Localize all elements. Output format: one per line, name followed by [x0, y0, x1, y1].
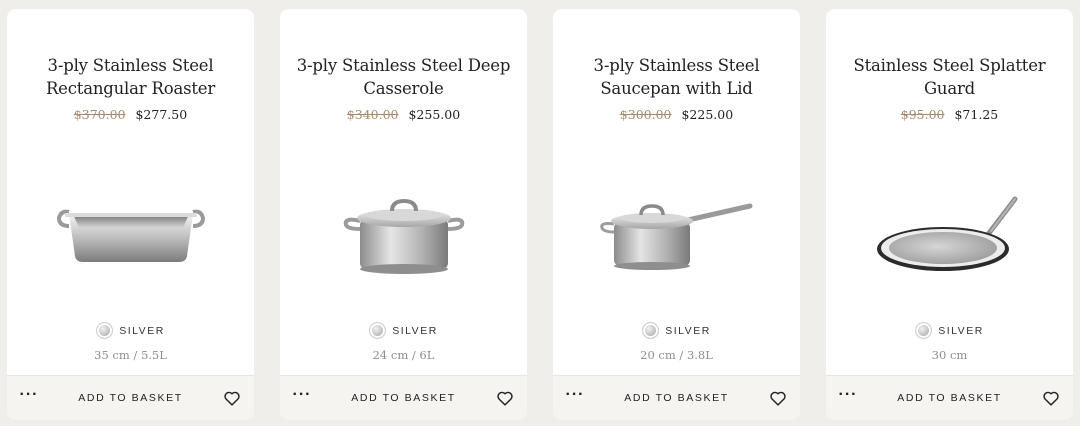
wishlist-heart-icon[interactable]	[1029, 390, 1073, 406]
product-size: 20 cm / 3.8L	[640, 348, 713, 362]
sale-price: $255.00	[408, 107, 461, 122]
product-card: 3-ply Stainless Steel Saucepan with Lid …	[553, 9, 800, 420]
color-label: SILVER	[938, 324, 984, 337]
color-option[interactable]: SILVER	[280, 322, 527, 339]
product-image-saucepan[interactable]	[553, 169, 800, 299]
sale-price: $71.25	[954, 107, 999, 122]
more-options-icon[interactable]: ···	[280, 386, 324, 410]
silver-swatch-icon[interactable]	[369, 322, 387, 339]
silver-swatch-icon[interactable]	[642, 322, 660, 339]
color-label: SILVER	[665, 324, 711, 337]
sale-price: $225.00	[681, 107, 734, 122]
color-option[interactable]: SILVER	[553, 322, 800, 339]
price-block: $370.00 $277.50	[7, 107, 254, 123]
sale-price: $277.50	[135, 107, 188, 122]
product-title[interactable]: 3-ply Stainless Steel Deep Casserole	[292, 55, 515, 100]
product-card: 3-ply Stainless Steel Deep Casserole $34…	[280, 9, 527, 420]
original-price: $370.00	[73, 107, 126, 122]
color-label: SILVER	[392, 324, 438, 337]
product-image-roaster[interactable]	[7, 169, 254, 299]
product-link[interactable]: 3-ply Stainless Steel Deep Casserole $34…	[280, 9, 527, 375]
color-label: SILVER	[119, 324, 165, 337]
product-size: 30 cm	[931, 348, 968, 362]
wishlist-heart-icon[interactable]	[210, 390, 254, 406]
card-actions: ··· ADD TO BASKET	[280, 375, 527, 420]
original-price: $340.00	[346, 107, 399, 122]
card-actions: ··· ADD TO BASKET	[826, 375, 1073, 420]
product-grid: 3-ply Stainless Steel Rectangular Roaste…	[7, 9, 1073, 420]
add-to-basket-button[interactable]: ADD TO BASKET	[870, 392, 1029, 404]
color-option[interactable]: SILVER	[7, 322, 254, 339]
original-price: $95.00	[900, 107, 945, 122]
silver-swatch-icon[interactable]	[915, 322, 933, 339]
add-to-basket-button[interactable]: ADD TO BASKET	[324, 392, 483, 404]
product-image-splatter-guard[interactable]	[826, 169, 1073, 299]
product-link[interactable]: 3-ply Stainless Steel Rectangular Roaste…	[7, 9, 254, 375]
wishlist-heart-icon[interactable]	[756, 390, 800, 406]
add-to-basket-button[interactable]: ADD TO BASKET	[51, 392, 210, 404]
add-to-basket-button[interactable]: ADD TO BASKET	[597, 392, 756, 404]
card-actions: ··· ADD TO BASKET	[7, 375, 254, 420]
original-price: $300.00	[619, 107, 672, 122]
product-link[interactable]: 3-ply Stainless Steel Saucepan with Lid …	[553, 9, 800, 375]
more-options-icon[interactable]: ···	[7, 386, 51, 410]
product-size: 24 cm / 6L	[372, 348, 435, 362]
card-actions: ··· ADD TO BASKET	[553, 375, 800, 420]
price-block: $95.00 $71.25	[826, 107, 1073, 123]
product-title[interactable]: 3-ply Stainless Steel Saucepan with Lid	[565, 55, 788, 100]
product-link[interactable]: Stainless Steel Splatter Guard $95.00 $7…	[826, 9, 1073, 375]
more-options-icon[interactable]: ···	[553, 386, 597, 410]
silver-swatch-icon[interactable]	[96, 322, 114, 339]
product-card: Stainless Steel Splatter Guard $95.00 $7…	[826, 9, 1073, 420]
product-image-casserole[interactable]	[280, 169, 527, 299]
product-size: 35 cm / 5.5L	[94, 348, 167, 362]
price-block: $340.00 $255.00	[280, 107, 527, 123]
product-title[interactable]: 3-ply Stainless Steel Rectangular Roaste…	[19, 55, 242, 100]
wishlist-heart-icon[interactable]	[483, 390, 527, 406]
more-options-icon[interactable]: ···	[826, 386, 870, 410]
product-title[interactable]: Stainless Steel Splatter Guard	[838, 55, 1061, 100]
price-block: $300.00 $225.00	[553, 107, 800, 123]
color-option[interactable]: SILVER	[826, 322, 1073, 339]
product-card: 3-ply Stainless Steel Rectangular Roaste…	[7, 9, 254, 420]
